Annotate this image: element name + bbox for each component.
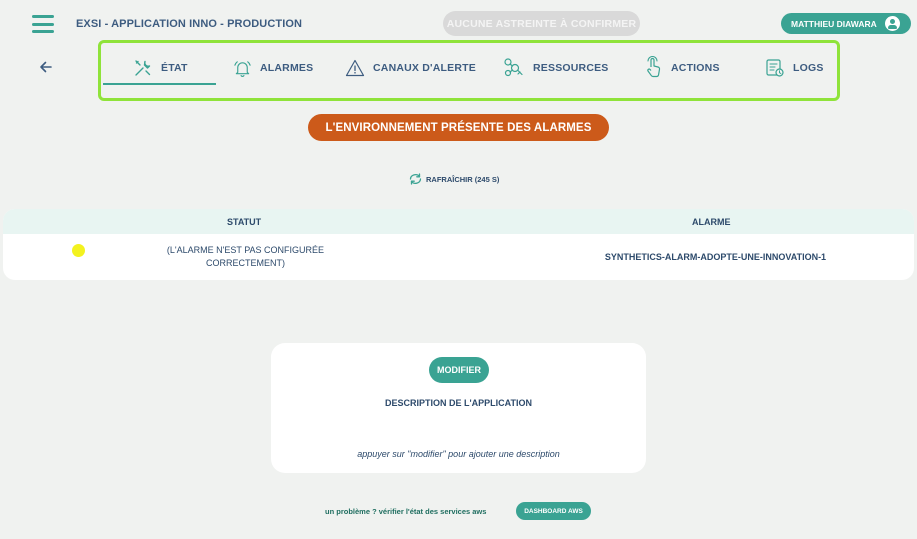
app-title: EXSI - APPLICATION INNO - PRODUCTION (76, 18, 303, 30)
column-header-alarme: ALARME (692, 217, 731, 227)
bell-icon (234, 60, 251, 77)
oncall-status-badge: AUCUNE ASTREINTE À CONFIRMER (443, 11, 640, 36)
tab-ressources[interactable]: RESSOURCES (503, 58, 609, 78)
active-tab-indicator (103, 83, 216, 85)
environment-alarm-banner: L'ENVIRONNEMENT PRÉSENTE DES ALARMES (308, 114, 609, 141)
description-title: DESCRIPTION DE L'APPLICATION (385, 398, 532, 408)
tab-actions[interactable]: ACTIONS (643, 56, 720, 78)
description-card: MODIFIER DESCRIPTION DE L'APPLICATION ap… (271, 343, 646, 473)
user-name: MATTHIEU DIAWARA (791, 18, 877, 29)
user-avatar-icon (884, 16, 900, 31)
alarm-status-table: STATUT ALARME (L'ALARME N'EST PAS CONFIG… (3, 209, 914, 280)
tab-logs[interactable]: LOGS (765, 58, 824, 78)
tab-logs-label: LOGS (793, 62, 824, 74)
refresh-button[interactable]: RAFRAÎCHIR (245 S) (408, 173, 499, 185)
status-indicator-dot (72, 244, 85, 257)
tab-etat-label: ÉTAT (161, 62, 188, 74)
refresh-label: RAFRAÎCHIR (245 S) (426, 174, 500, 184)
status-text: (L'ALARME N'EST PAS CONFIGURÉE CORRECTEM… (166, 245, 325, 268)
refresh-icon (409, 173, 422, 185)
column-header-statut: STATUT (227, 217, 262, 227)
dashboard-aws-button[interactable]: DASHBOARD AWS (516, 502, 591, 520)
tab-actions-label: ACTIONS (671, 62, 720, 74)
tab-alarmes[interactable]: ALARMES (233, 58, 313, 78)
hand-pointer-icon (647, 56, 661, 78)
aws-status-hint: un problème ? vérifier l'état des servic… (325, 507, 487, 516)
warning-triangle-icon (345, 59, 365, 77)
menu-hamburger-icon[interactable] (32, 15, 54, 33)
tab-ressources-label: RESSOURCES (533, 62, 609, 74)
tab-etat[interactable]: ÉTAT (133, 58, 188, 78)
logs-icon (766, 59, 784, 77)
modify-button[interactable]: MODIFIER (429, 357, 489, 383)
table-header: STATUT ALARME (3, 209, 914, 234)
user-menu-button[interactable]: MATTHIEU DIAWARA (781, 13, 911, 34)
back-arrow-icon[interactable] (38, 59, 54, 75)
alarm-name: SYNTHETICS-ALARM-ADOPTE-UNE-INNOVATION-1 (604, 252, 827, 262)
tools-icon (135, 60, 151, 76)
tab-canaux-alerte[interactable]: CANAUX D'ALERTE (345, 58, 476, 78)
tab-alarmes-label: ALARMES (260, 62, 314, 74)
resources-icon (504, 58, 523, 77)
description-hint: appuyer sur "modifier" pour ajouter une … (357, 449, 560, 459)
tab-canaux-alerte-label: CANAUX D'ALERTE (373, 62, 476, 74)
